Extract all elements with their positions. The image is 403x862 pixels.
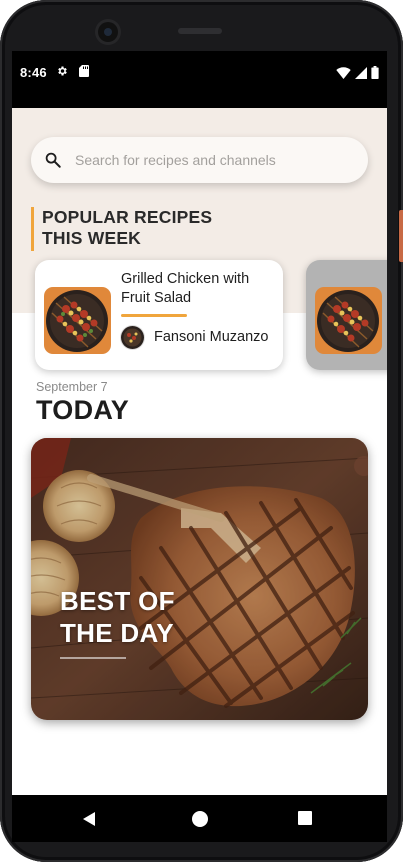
today-heading: TODAY — [36, 395, 130, 425]
earpiece-speaker — [178, 28, 222, 34]
navigation-bar — [12, 795, 387, 842]
status-right-icons — [336, 66, 379, 79]
popular-recipes-heading: POPULAR RECIPES THIS WEEK — [31, 207, 212, 251]
home-icon[interactable] — [192, 811, 208, 827]
power-button — [399, 210, 403, 262]
sd-card-icon — [79, 65, 89, 77]
author-avatar[interactable] — [121, 326, 144, 349]
recipe-divider — [121, 314, 187, 317]
back-icon[interactable] — [80, 810, 98, 828]
date-label: September 7 — [36, 380, 108, 394]
recipe-title: Grilled Chicken with Fruit Salad — [121, 271, 250, 306]
recipe-card[interactable]: Grilled Chicken with Fruit Salad Fansoni… — [35, 260, 283, 370]
device-screen: 8:46 Search for recipes and channels POP… — [12, 51, 387, 842]
recipe-thumbnail[interactable] — [315, 287, 382, 354]
wifi-icon — [336, 66, 351, 79]
popular-title-line2: THIS WEEK — [42, 228, 142, 248]
phone-frame: 8:46 Search for recipes and channels POP… — [0, 0, 403, 862]
gear-icon — [58, 66, 67, 76]
best-of-the-day-card[interactable]: BEST OF THE DAY — [31, 438, 368, 720]
hero-title: BEST OF THE DAY — [60, 585, 175, 649]
search-icon[interactable] — [44, 151, 62, 169]
hero-title-line1: BEST OF — [60, 586, 175, 616]
signal-icon — [355, 66, 367, 79]
status-bar: 8:46 — [12, 51, 387, 108]
hero-underline — [60, 657, 126, 659]
author-name[interactable]: Fansoni Muzanzo — [154, 329, 268, 345]
recents-icon[interactable] — [298, 811, 312, 825]
hero-title-line2: THE DAY — [60, 618, 174, 648]
recipe-thumbnail[interactable] — [44, 287, 111, 354]
recipe-card-partial[interactable] — [306, 260, 387, 370]
battery-icon — [371, 66, 379, 79]
app-content: POPULAR RECIPES THIS WEEK — [12, 108, 387, 795]
popular-title-line1: POPULAR RECIPES — [42, 207, 213, 227]
steak-image — [31, 438, 368, 720]
front-camera — [98, 22, 118, 42]
status-time: 8:46 — [20, 65, 47, 80]
search-input[interactable] — [75, 147, 355, 173]
search-bar[interactable] — [31, 137, 368, 183]
